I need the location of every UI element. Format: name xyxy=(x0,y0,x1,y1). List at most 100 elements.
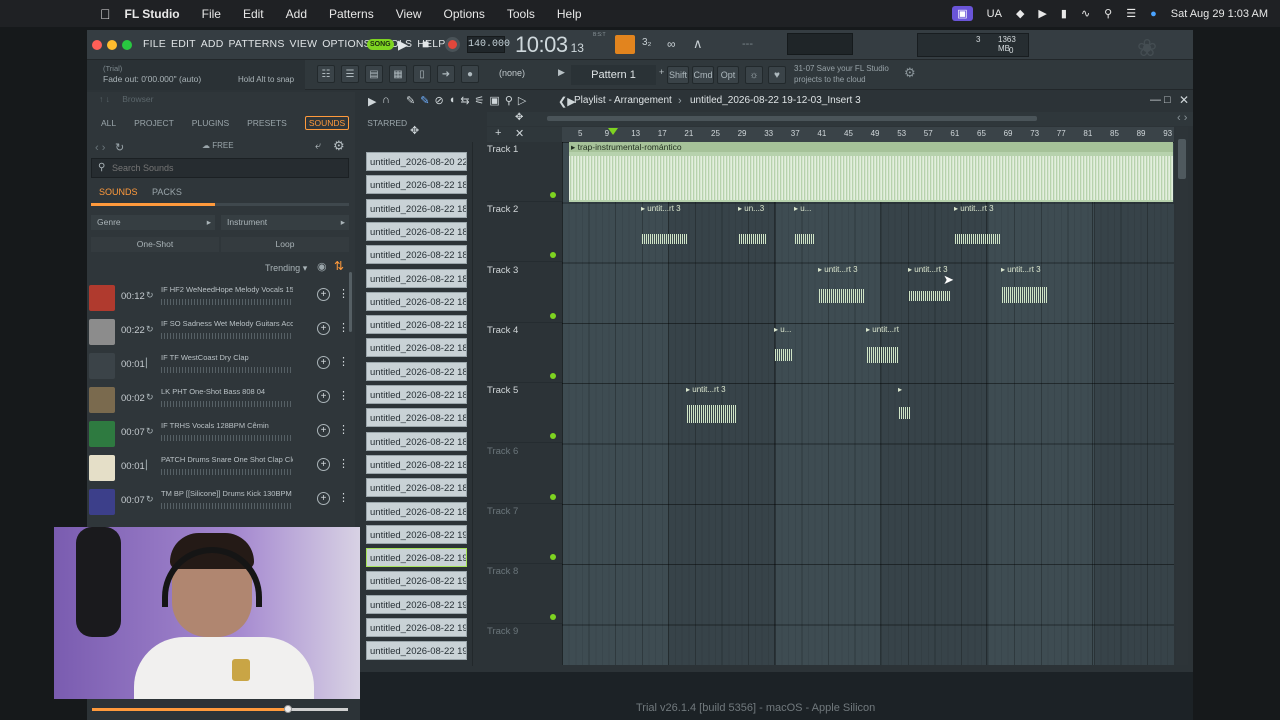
pattern-song-icon[interactable] xyxy=(615,35,635,54)
playlist-options-icon[interactable]: ▶ xyxy=(368,95,376,108)
add-sound-icon[interactable]: + xyxy=(317,356,330,369)
input-source[interactable]: UA xyxy=(987,8,1002,20)
fl-menu-patterns[interactable]: PATTERNS xyxy=(228,38,284,50)
record-button[interactable] xyxy=(445,37,460,52)
file-item[interactable]: untitled_2026-08-22 18... xyxy=(366,315,467,335)
file-item[interactable]: untitled_2026-08-22 18... xyxy=(366,361,467,381)
sound-more-icon[interactable]: ⋮ xyxy=(338,321,349,334)
remove-track-icon[interactable]: ✕ xyxy=(515,127,524,140)
tab-starred[interactable]: STARRED xyxy=(367,118,407,128)
pattern-clip[interactable]: ▸ u... xyxy=(773,325,795,383)
menubar-file[interactable]: File xyxy=(202,7,221,21)
timeline-ruler[interactable]: 5 9 13 17 21 25 29 33 37 41 45 49 53 57 61 65 69 73 77 81 85… xyxy=(562,127,1174,142)
file-item[interactable]: untitled_2026-08-22 19... xyxy=(366,548,467,568)
menubar-view[interactable]: View xyxy=(396,7,422,21)
delete-tool-icon[interactable]: ⊘ xyxy=(434,94,443,107)
menubar-help[interactable]: Help xyxy=(557,7,582,21)
file-item[interactable]: untitled_2026-08-22 18... xyxy=(366,454,467,474)
sound-search-box[interactable]: ⚲ xyxy=(91,158,349,178)
webcam-progress-bar[interactable] xyxy=(92,705,348,713)
horizontal-scrollbar[interactable] xyxy=(547,116,1037,121)
apple-icon[interactable]:  xyxy=(100,6,111,22)
add-sound-icon[interactable]: + xyxy=(317,390,330,403)
file-item[interactable]: untitled_2026-08-22 18... xyxy=(366,501,467,521)
track-name[interactable]: Track 1 xyxy=(487,144,518,155)
file-item[interactable]: untitled_2026-08-22 18... xyxy=(366,385,467,404)
sound-more-icon[interactable]: ⋮ xyxy=(338,287,349,300)
browser-nav-icons[interactable]: ↑ ↓ xyxy=(99,94,110,104)
pattern-clip[interactable]: ▸ xyxy=(897,385,913,443)
file-item[interactable]: untitled_2026-08-22 18... xyxy=(366,478,467,498)
slip-tool-icon[interactable]: ⇆ xyxy=(460,94,469,107)
instrument-filter[interactable]: Instrument ▸ xyxy=(221,215,349,230)
filter-icon[interactable]: ◉ xyxy=(317,260,327,273)
magnet-icon[interactable]: ∩ xyxy=(382,94,390,106)
tab-project[interactable]: PROJECT xyxy=(134,118,174,128)
sound-name[interactable]: TM BP [[Silicone]] Drums Kick 130BPM xyxy=(161,489,293,498)
file-item[interactable]: untitled_2026-08-22 19... xyxy=(366,571,467,591)
cmd-key-button[interactable]: Cmd xyxy=(692,66,714,84)
add-track-icon[interactable]: + xyxy=(495,127,501,139)
sound-row[interactable]: 00:07 ↻ TM BP [[Silicone]] Drums Kick 130B… xyxy=(89,487,351,517)
file-item[interactable]: untitled_2026-08-20 22... xyxy=(366,152,467,171)
sound-more-icon[interactable]: ⋮ xyxy=(338,491,349,504)
mic-icon[interactable]: ● xyxy=(461,65,479,83)
paint-tool-icon[interactable]: ✎ xyxy=(420,94,429,107)
sound-name[interactable]: LK PHT One-Shot Bass 808 04 xyxy=(161,387,293,396)
channel-rack-icon[interactable]: ☷ xyxy=(317,65,335,83)
track-name[interactable]: Track 5 xyxy=(487,385,518,396)
play-status-icon[interactable]: ▶ xyxy=(1038,7,1046,20)
zoom-tool-icon[interactable]: ⚲ xyxy=(505,94,513,107)
sound-row[interactable]: 00:02 ↻ LK PHT One-Shot Bass 808 04 + ⋮ xyxy=(89,385,351,415)
scroll-arrows-icon[interactable]: ‹ › xyxy=(1177,112,1187,124)
sound-more-icon[interactable]: ⋮ xyxy=(338,457,349,470)
play-button[interactable]: ▶ xyxy=(398,37,408,53)
pattern-clip[interactable]: ▸ untit...rt 3 xyxy=(865,325,901,383)
subtab-packs[interactable]: PACKS xyxy=(152,187,182,197)
pattern-add-icon[interactable]: + xyxy=(659,67,664,77)
track-name[interactable]: Track 2 xyxy=(487,204,518,215)
sound-row[interactable]: 00:01 ▏ PATCH Drums Snare One Shot Clap Cl… xyxy=(89,453,351,483)
sound-row[interactable]: 00:12 ↻ IF HF2 WeNeedHope Melody Vocals 15… xyxy=(89,283,351,313)
track-mute-dot[interactable] xyxy=(550,192,556,198)
fl-menu-options[interactable]: OPTIONS xyxy=(322,38,371,50)
sound-more-icon[interactable]: ⋮ xyxy=(338,423,349,436)
playlist-close-icon[interactable]: ✕ xyxy=(1179,93,1189,107)
file-item[interactable]: untitled_2026-08-22 19... xyxy=(366,594,467,614)
menubar-patterns[interactable]: Patterns xyxy=(329,7,374,21)
browser-back-arrow-icon[interactable]: ⤶ xyxy=(315,140,321,153)
file-item[interactable]: untitled_2026-08-22 18... xyxy=(366,291,467,311)
add-sound-icon[interactable]: + xyxy=(317,424,330,437)
fl-menu-edit[interactable]: EDIT xyxy=(171,38,196,50)
sound-row[interactable]: 00:07 ↻ IF TRHS Vocals 128BPM Cêmin + ⋮ xyxy=(89,419,351,449)
sound-name[interactable]: IF TF WestCoast Dry Clap xyxy=(161,353,293,362)
shop-icon[interactable]: ♥ xyxy=(768,66,786,84)
playlist-maximize-icon[interactable]: □ xyxy=(1164,94,1171,106)
playhead-marker[interactable] xyxy=(608,128,618,135)
file-item[interactable]: untitled_2026-08-22 18... xyxy=(366,198,467,218)
mixer-icon[interactable]: ▯ xyxy=(413,65,431,83)
sound-name[interactable]: IF HF2 WeNeedHope Melody Vocals 15... xyxy=(161,285,293,294)
file-item[interactable]: untitled_2026-08-22 19... xyxy=(366,618,467,637)
menubar-options[interactable]: Options xyxy=(444,7,485,21)
pattern-selector[interactable]: (none) xyxy=(499,68,525,78)
news-panel[interactable]: 31-07 Save your FL Studio projects to th… xyxy=(794,63,906,85)
track-name[interactable]: Track 6 xyxy=(487,446,518,457)
menubar-clock[interactable]: Sat Aug 29 1:03 AM xyxy=(1171,8,1268,20)
window-close-button[interactable] xyxy=(92,40,102,50)
free-badge[interactable]: ☁ FREE xyxy=(202,141,234,150)
metronome-icon[interactable]: ∞ xyxy=(667,37,676,51)
file-item[interactable]: untitled_2026-08-22 18... xyxy=(366,338,467,358)
arrow-icon[interactable]: ➜ xyxy=(437,65,455,83)
track-mute-dot[interactable] xyxy=(550,493,556,500)
opt-key-button[interactable]: Opt xyxy=(717,66,739,84)
vpn-icon[interactable]: ◆ xyxy=(1016,7,1024,20)
sound-row[interactable]: 00:01 ▏ IF TF WestCoast Dry Clap + ⋮ xyxy=(89,351,351,381)
pattern-clip[interactable]: ▸ untit...rt 3 xyxy=(685,385,739,443)
vertical-scrollbar-thumb[interactable] xyxy=(1178,139,1186,179)
online-icon[interactable]: ☼ xyxy=(745,66,763,84)
track-name[interactable]: Track 4 xyxy=(487,325,518,336)
playlist-minimize-icon[interactable]: — xyxy=(1150,94,1161,106)
tab-plugins[interactable]: PLUGINS xyxy=(192,118,229,128)
control-center-icon[interactable]: ☰ xyxy=(1126,7,1136,20)
